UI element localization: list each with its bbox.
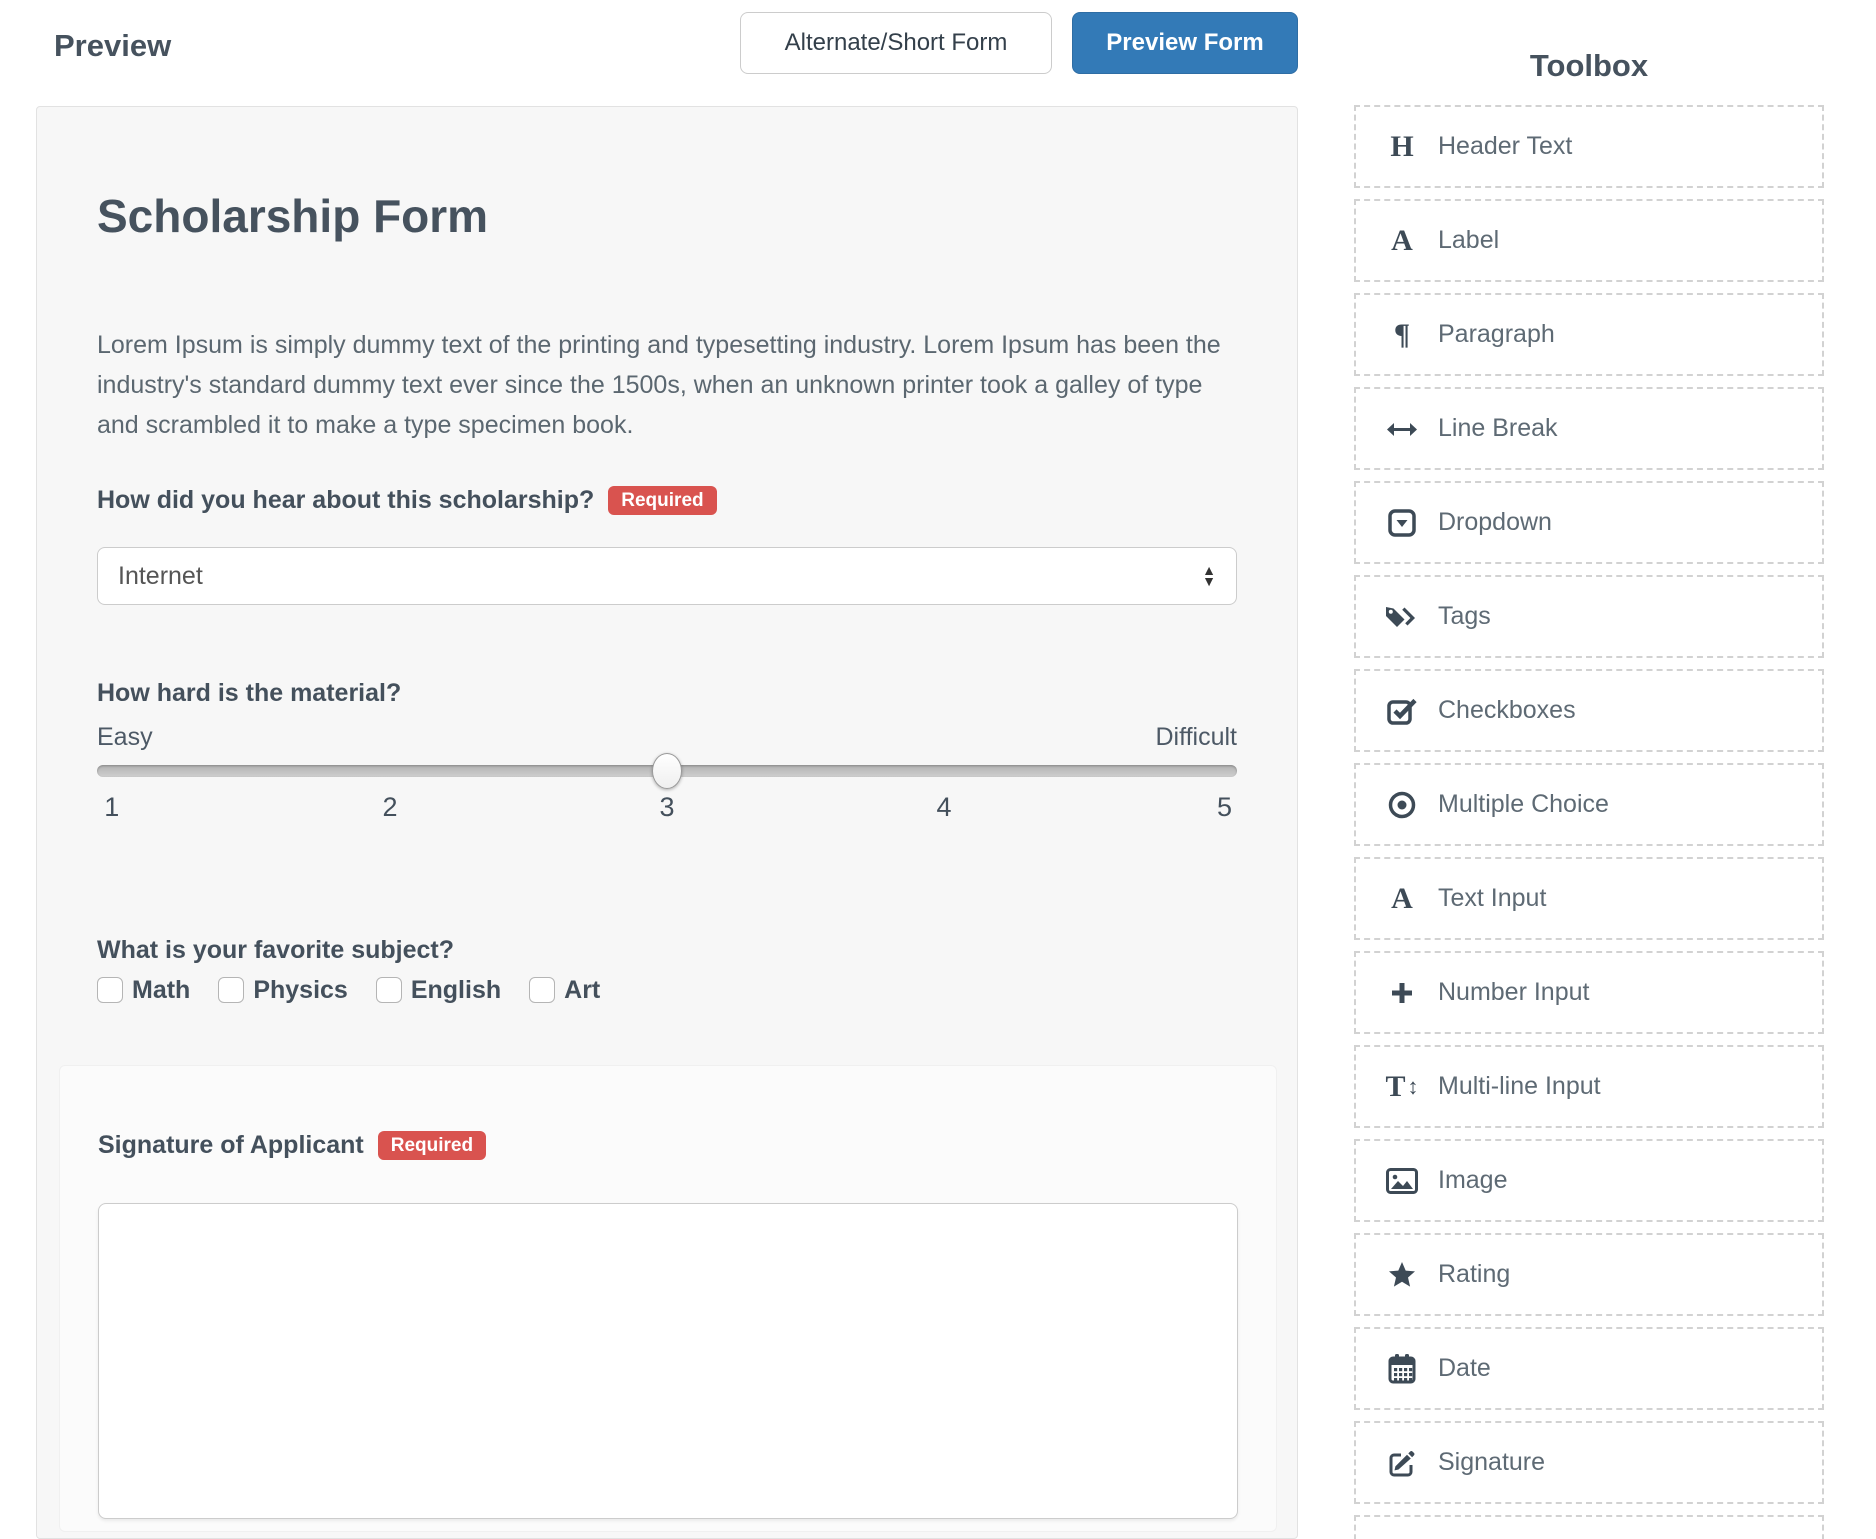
slider-question: How hard is the material? <box>97 676 401 710</box>
image-icon <box>1384 1168 1420 1194</box>
difficulty-slider-track[interactable] <box>97 765 1237 777</box>
slider-question-label: How hard is the material? <box>97 679 401 708</box>
toolbox-item-label: Multi-line Input <box>1438 1072 1601 1101</box>
toolbox-item-label: Image <box>1438 1166 1507 1195</box>
toolbox-item-label: Line Break <box>1438 414 1558 443</box>
checkbox-label: Art <box>564 976 600 1005</box>
slider-tick: 3 <box>659 789 674 825</box>
signature-icon <box>1384 1448 1420 1478</box>
multiple-choice-icon <box>1384 791 1420 819</box>
checkbox-option-math[interactable]: Math <box>97 976 190 1005</box>
subject-checkbox-group: Math Physics English Art <box>97 973 600 1007</box>
toolbox-item-label: Multiple Choice <box>1438 790 1609 819</box>
checkbox-option-art[interactable]: Art <box>529 976 600 1005</box>
toolbox-item-date[interactable]: Date <box>1354 1327 1824 1410</box>
signature-section: Signature of Applicant Required <box>59 1065 1277 1532</box>
difficulty-slider-handle[interactable] <box>652 753 682 789</box>
paragraph-icon: ¶ <box>1384 320 1420 350</box>
checkbox-label: English <box>411 976 501 1005</box>
slider-tick: 5 <box>1217 789 1232 825</box>
slider-tick: 1 <box>104 789 119 825</box>
toolbox-item-line-break[interactable]: Line Break <box>1354 387 1824 470</box>
preview-form-button[interactable]: Preview Form <box>1072 12 1298 74</box>
multi-line-input-icon: T↕ <box>1384 1072 1420 1102</box>
slider-tick: 4 <box>937 789 952 825</box>
dropdown-question: How did you hear about this scholarship?… <box>97 483 717 517</box>
toolbox-item-rating[interactable]: Rating <box>1354 1233 1824 1316</box>
checkbox-art[interactable] <box>529 977 555 1003</box>
toolbox-item-label: Text Input <box>1438 884 1546 913</box>
date-icon <box>1384 1354 1420 1384</box>
dropdown-icon <box>1384 509 1420 537</box>
checkbox-option-physics[interactable]: Physics <box>218 976 348 1005</box>
header-text-icon: H <box>1384 132 1420 162</box>
checkboxes-icon <box>1384 696 1420 726</box>
toolbox-item-label: Rating <box>1438 1260 1510 1289</box>
toolbox-item-image[interactable]: Image <box>1354 1139 1824 1222</box>
toolbox-item-number-input[interactable]: Number Input <box>1354 951 1824 1034</box>
toolbox-item-label[interactable]: A Label <box>1354 199 1824 282</box>
checkbox-label: Physics <box>253 976 348 1005</box>
toolbox-item-label: Checkboxes <box>1438 696 1576 725</box>
tags-icon <box>1384 604 1420 630</box>
slider-minmax-labels: Easy Difficult <box>97 722 1237 752</box>
toolbox-item-label: Dropdown <box>1438 508 1552 537</box>
required-badge: Required <box>378 1131 486 1160</box>
toolbox-item-paragraph[interactable]: ¶ Paragraph <box>1354 293 1824 376</box>
toolbox-item-dropdown[interactable]: Dropdown <box>1354 481 1824 564</box>
toolbox-item-multi-line-input[interactable]: T↕ Multi-line Input <box>1354 1045 1824 1128</box>
checkbox-physics[interactable] <box>218 977 244 1003</box>
toolbox-item-text-input[interactable]: A Text Input <box>1354 857 1824 940</box>
slider-max-label: Difficult <box>1155 723 1237 752</box>
toolbox-item-label: Number Input <box>1438 978 1589 1007</box>
toolbox-item-label: Label <box>1438 226 1499 255</box>
rating-icon <box>1384 1261 1420 1289</box>
form-title: Scholarship Form <box>97 189 488 243</box>
signature-question-label: Signature of Applicant <box>98 1131 364 1160</box>
checkbox-question-label: What is your favorite subject? <box>97 936 454 965</box>
form-preview-panel: Scholarship Form Lorem Ipsum is simply d… <box>36 106 1298 1539</box>
toolbox-item-label: Header Text <box>1438 132 1572 161</box>
line-break-icon <box>1384 418 1420 440</box>
signature-pad[interactable] <box>98 1203 1238 1519</box>
select-spinner-icon: ▲▼ <box>1202 565 1216 587</box>
toolbox-item-header-text[interactable]: H Header Text <box>1354 105 1824 188</box>
alternate-short-form-button[interactable]: Alternate/Short Form <box>740 12 1052 74</box>
slider-tick: 2 <box>382 789 397 825</box>
toolbox-item-checkboxes[interactable]: Checkboxes <box>1354 669 1824 752</box>
slider-min-label: Easy <box>97 723 153 752</box>
toolbox-item-label: Date <box>1438 1354 1491 1383</box>
label-icon: A <box>1384 226 1420 256</box>
checkbox-english[interactable] <box>376 977 402 1003</box>
toolbox-item-signature[interactable]: Signature <box>1354 1421 1824 1504</box>
number-input-icon <box>1384 981 1420 1005</box>
toolbox-item-label: Tags <box>1438 602 1491 631</box>
slider-ticks: 1 2 3 4 5 <box>97 789 1237 825</box>
form-description: Lorem Ipsum is simply dummy text of the … <box>97 325 1247 445</box>
signature-question: Signature of Applicant Required <box>98 1128 486 1162</box>
toolbox-item-label: Paragraph <box>1438 320 1555 349</box>
checkbox-option-english[interactable]: English <box>376 976 501 1005</box>
checkbox-question: What is your favorite subject? <box>97 933 454 967</box>
toolbox-item-multiple-choice[interactable]: Multiple Choice <box>1354 763 1824 846</box>
checkbox-math[interactable] <box>97 977 123 1003</box>
toolbox-title: Toolbox <box>1354 48 1824 84</box>
hear-about-select[interactable]: Internet ▲▼ <box>97 547 1237 605</box>
dropdown-question-label: How did you hear about this scholarship? <box>97 486 594 515</box>
text-input-icon: A <box>1384 884 1420 914</box>
toolbox-item-tags[interactable]: Tags <box>1354 575 1824 658</box>
preview-title: Preview <box>54 28 171 64</box>
required-badge: Required <box>608 486 716 515</box>
toolbox-item-partial[interactable] <box>1354 1515 1824 1539</box>
select-selected-value: Internet <box>118 562 203 591</box>
checkbox-label: Math <box>132 976 190 1005</box>
toolbox-item-label: Signature <box>1438 1448 1545 1477</box>
